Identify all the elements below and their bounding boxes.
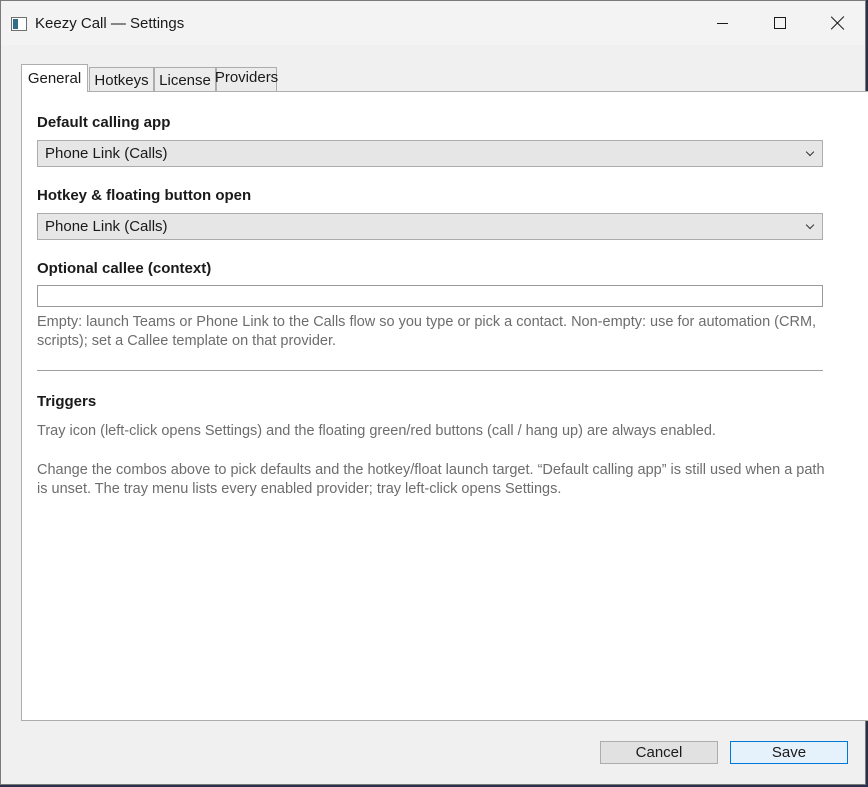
save-button[interactable]: Save [730,741,848,764]
hotkey-open-label: Hotkey & floating button open [37,187,252,204]
hotkey-open-combo[interactable]: Phone Link (Calls) [37,213,823,240]
default-calling-app-value: Phone Link (Calls) [45,145,168,162]
section-divider [37,370,823,371]
minimize-icon [716,22,728,24]
close-button[interactable] [809,1,867,45]
tab-general[interactable]: General [21,64,88,92]
triggers-heading: Triggers [37,393,97,410]
default-calling-app-combo[interactable]: Phone Link (Calls) [37,140,823,167]
close-icon [831,16,845,30]
title-bar[interactable]: Keezy Call — Settings [1,1,865,45]
app-window-icon [11,17,27,31]
callee-label: Optional callee (context) [37,260,212,277]
default-calling-app-label: Default calling app [37,114,171,131]
cancel-button[interactable]: Cancel [600,741,718,764]
maximize-button[interactable] [751,1,809,45]
tab-providers[interactable]: Providers [215,67,278,92]
tab-hotkeys[interactable]: Hotkeys [89,67,154,92]
chevron-down-icon [805,220,815,230]
triggers-text-combos: Change the combos above to pick defaults… [37,462,825,497]
callee-hint: Empty: launch Teams or Phone Link to the… [37,314,817,349]
tab-license[interactable]: License [154,67,216,92]
triggers-text-tray: Tray icon (left-click opens Settings) an… [37,423,716,439]
callee-input[interactable] [37,285,823,307]
settings-window: Keezy Call — Settings General Hotkeys Li… [0,0,868,785]
maximize-icon [774,17,786,29]
hotkey-open-value: Phone Link (Calls) [45,218,168,235]
chevron-down-icon [805,147,815,157]
general-tab-panel: Default calling app Phone Link (Calls) H… [21,91,868,721]
window-title: Keezy Call — Settings [35,15,185,32]
minimize-button[interactable] [693,1,751,45]
